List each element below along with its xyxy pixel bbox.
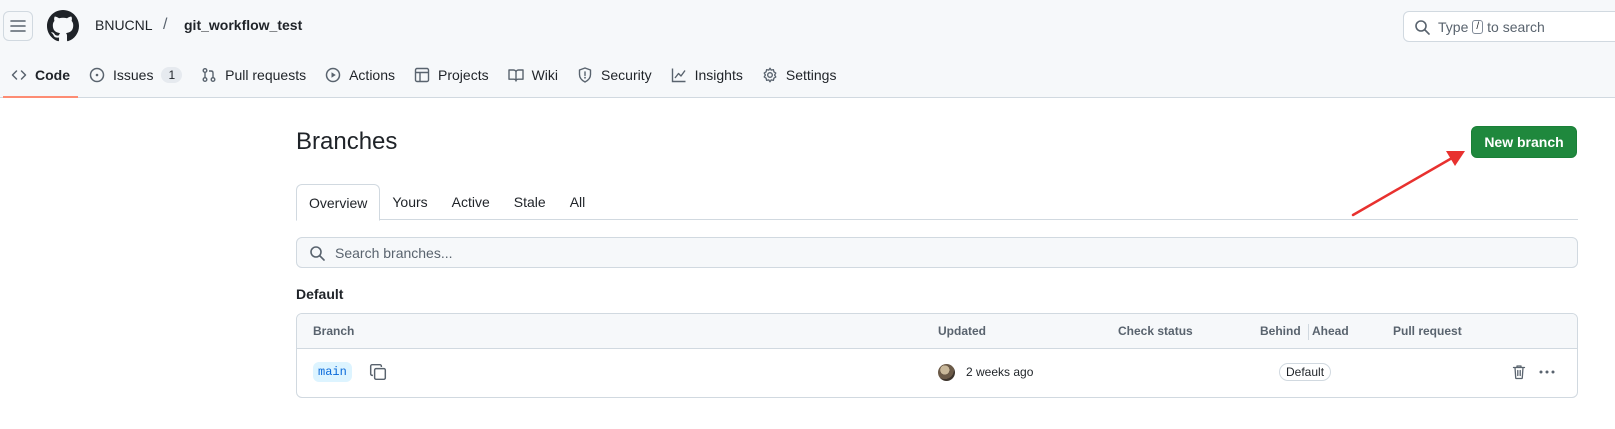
- tab-issues[interactable]: Issues 1: [81, 60, 190, 90]
- gear-icon: [763, 67, 777, 83]
- search-icon: [310, 245, 325, 261]
- branch-search-placeholder: Search branches...: [335, 244, 453, 261]
- col-pull-request: Pull request: [1393, 324, 1462, 338]
- code-icon: [11, 70, 27, 80]
- table-icon: [414, 67, 430, 83]
- avatar[interactable]: [938, 364, 955, 381]
- tab-actions[interactable]: Actions: [317, 60, 403, 90]
- breadcrumb-separator: /: [163, 16, 168, 33]
- col-updated: Updated: [938, 324, 986, 338]
- tab-wiki-label: Wiki: [531, 67, 559, 83]
- tab-insights[interactable]: Insights: [663, 60, 751, 90]
- behind-ahead-divider: [1308, 324, 1309, 340]
- branch-filter-tabs: Overview Yours Active Stale All: [296, 184, 1578, 221]
- repo-header: BNUCNL / git_workflow_test Type / to sea…: [0, 0, 1615, 98]
- section-title-default: Default: [296, 286, 344, 302]
- updated-time: 2 weeks ago: [966, 365, 1034, 379]
- search-suffix-text: to search: [1487, 18, 1545, 35]
- tab-insights-label: Insights: [694, 67, 743, 83]
- shield-icon: [578, 67, 592, 83]
- branches-table: Branch Updated Check status Behind Ahead…: [296, 313, 1578, 398]
- repo-nav-tabs: Code Issues 1 Pull requests Actions Proj…: [0, 60, 844, 98]
- tab-settings-label: Settings: [785, 67, 837, 83]
- global-search-input[interactable]: Type / to search: [1403, 11, 1615, 42]
- table-row: main 2 weeks ago Default: [297, 349, 1577, 397]
- breadcrumb-repo-link[interactable]: git_workflow_test: [184, 17, 302, 33]
- issues-counter: 1: [161, 67, 183, 83]
- new-branch-button[interactable]: New branch: [1471, 126, 1577, 158]
- table-header: Branch Updated Check status Behind Ahead…: [297, 314, 1577, 349]
- git-pull-request-icon: [202, 68, 216, 82]
- tab-security[interactable]: Security: [569, 60, 660, 90]
- col-ahead: Ahead: [1312, 324, 1349, 338]
- search-icon: [1415, 19, 1430, 35]
- tab-projects-label: Projects: [438, 67, 489, 83]
- tab-pull-requests[interactable]: Pull requests: [193, 60, 314, 90]
- tab-settings[interactable]: Settings: [754, 60, 845, 90]
- menu-button[interactable]: [3, 11, 33, 41]
- default-badge: Default: [1279, 363, 1332, 381]
- tab-code[interactable]: Code: [3, 60, 78, 98]
- subtab-yours[interactable]: Yours: [380, 184, 439, 220]
- tab-issues-label: Issues: [113, 67, 154, 83]
- subtab-overview[interactable]: Overview: [296, 184, 381, 221]
- kebab-horizontal-icon[interactable]: [1538, 364, 1556, 380]
- subtab-all[interactable]: All: [558, 184, 598, 220]
- subtab-stale[interactable]: Stale: [502, 184, 558, 220]
- col-check-status: Check status: [1118, 324, 1193, 338]
- copy-icon[interactable]: [369, 363, 387, 381]
- book-icon: [507, 69, 524, 82]
- branch-search-input[interactable]: Search branches...: [296, 237, 1578, 268]
- tab-pull-requests-label: Pull requests: [225, 67, 307, 83]
- hamburger-icon: [10, 20, 26, 32]
- tab-security-label: Security: [601, 67, 652, 83]
- branch-name-link[interactable]: main: [313, 362, 352, 382]
- trash-icon[interactable]: [1511, 364, 1527, 380]
- play-icon: [325, 67, 341, 83]
- tab-wiki[interactable]: Wiki: [500, 60, 566, 90]
- breadcrumb-owner-link[interactable]: BNUCNL: [95, 17, 153, 33]
- tab-projects[interactable]: Projects: [406, 60, 497, 90]
- github-logo-icon[interactable]: [47, 10, 79, 42]
- issue-opened-icon: [89, 67, 105, 83]
- graph-icon: [671, 68, 686, 83]
- search-prefix-text: Type: [1438, 18, 1469, 35]
- tab-actions-label: Actions: [349, 67, 396, 83]
- page-title: Branches: [296, 128, 398, 155]
- search-shortcut-key: /: [1472, 19, 1484, 34]
- col-branch: Branch: [313, 324, 355, 338]
- tab-code-label: Code: [35, 67, 70, 83]
- subtab-active[interactable]: Active: [440, 184, 502, 220]
- col-behind: Behind: [1260, 324, 1301, 338]
